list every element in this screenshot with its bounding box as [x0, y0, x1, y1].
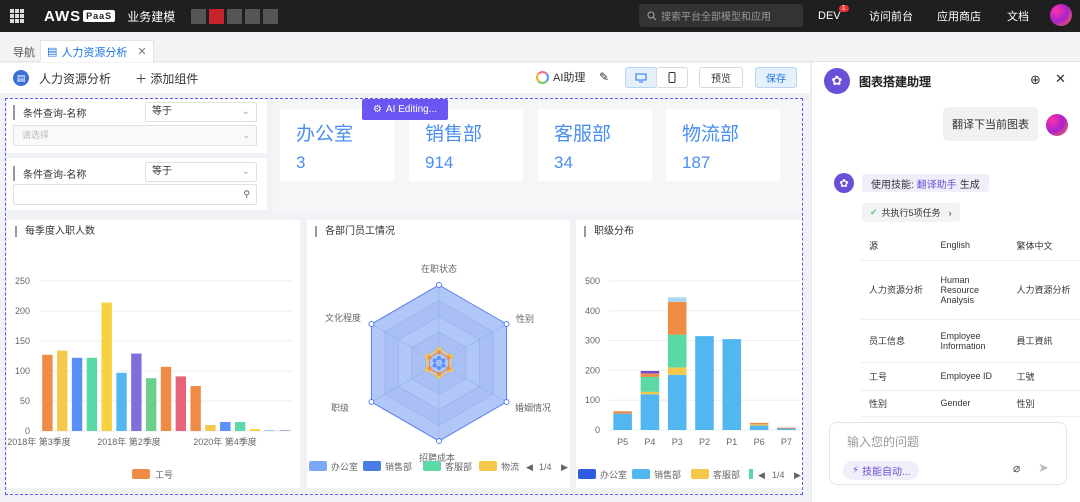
table-header: 源 English 繁体中文 [861, 231, 1080, 261]
dashboard-icon: ▤ [13, 70, 29, 86]
mobile-view-button[interactable] [656, 67, 688, 88]
page-title: 人力资源分析 [39, 71, 112, 86]
dev-menu[interactable]: DEV 1 [818, 0, 849, 32]
chevron-right-icon: › [948, 207, 952, 218]
tab-bar: 导航 ▤ 人力资源分析 ✕ [0, 40, 1080, 62]
magic-icon[interactable]: ✎ [599, 70, 609, 84]
chat-input: 输入您的问题 [847, 435, 920, 449]
table-row: 工号 Employee ID 工號 [861, 362, 1080, 391]
attach-icon[interactable]: ⌀ [1013, 461, 1020, 475]
user-message: 翻译下当前图表 [943, 107, 1038, 141]
nav-front[interactable]: 访问前台 [869, 0, 913, 32]
app-grid-icon[interactable] [10, 9, 24, 23]
ai-icon [536, 70, 549, 84]
edit-canvas-outline [5, 98, 803, 495]
add-widget-button[interactable]: ＋ 添加组件 [135, 70, 198, 87]
nav-docs[interactable]: 文档 [1007, 0, 1029, 32]
desktop-view-button[interactable] [625, 67, 657, 88]
skill-auto-button[interactable]: ⚡ 技能自动... [843, 461, 920, 480]
dev-badge: 1 [838, 5, 849, 12]
tab-hr-analysis[interactable]: ▤ 人力资源分析 ✕ [40, 40, 154, 62]
search-input[interactable]: 搜索平台全部模型和应用 [639, 4, 803, 27]
close-icon[interactable]: ✕ [137, 45, 146, 58]
search-icon [647, 11, 657, 20]
nav-store[interactable]: 应用商店 [937, 0, 981, 32]
chat-input-box[interactable]: 输入您的问题 ⚡ 技能自动... ⌀ ➤ [829, 422, 1067, 485]
assistant-logo-icon: ✿ [834, 173, 854, 193]
brand-logo: AWS PaaS [44, 8, 116, 25]
save-button[interactable]: 保存 [755, 67, 797, 88]
ai-assistant-button[interactable]: AI助理 [536, 69, 585, 85]
theme-swatches[interactable] [191, 8, 279, 24]
user-avatar [1046, 114, 1068, 136]
preview-button[interactable]: 预览 [699, 67, 743, 88]
new-chat-icon[interactable]: ⊕ [1030, 72, 1041, 88]
dashboard-icon: ▤ [47, 46, 58, 58]
close-icon[interactable]: ✕ [1055, 71, 1066, 87]
editor-toolbar: ▤ 人力资源分析 ＋ 添加组件 AI助理 ✎ 预览 保存 [0, 63, 810, 93]
table-row: 性别 Gender 性別 [861, 390, 1080, 417]
biz-title: 业务建模 [127, 9, 176, 24]
tab-nav[interactable]: 导航 [13, 44, 35, 60]
user-avatar[interactable] [1050, 4, 1072, 26]
top-bar: AWS PaaS 业务建模 [0, 0, 1080, 32]
table-row: 员工信息 Employee Information 員工資訊 [861, 319, 1080, 363]
check-icon: ✔ [870, 207, 878, 217]
translation-table: 源 English 繁体中文 人力资源分析 Human Resource Analys… [861, 231, 1080, 417]
send-icon[interactable]: ➤ [1038, 460, 1049, 476]
table-row: 人力资源分析 Human Resource Analysis 人力資源分析 [861, 260, 1080, 320]
assistant-logo-icon: ✿ [824, 68, 850, 94]
skill-banner: 使用技能: 翻译助手 生成 [862, 174, 989, 192]
task-summary[interactable]: ✔ 共执行5项任务 › [862, 203, 960, 222]
assistant-title: 图表搭建助理 [859, 75, 932, 89]
